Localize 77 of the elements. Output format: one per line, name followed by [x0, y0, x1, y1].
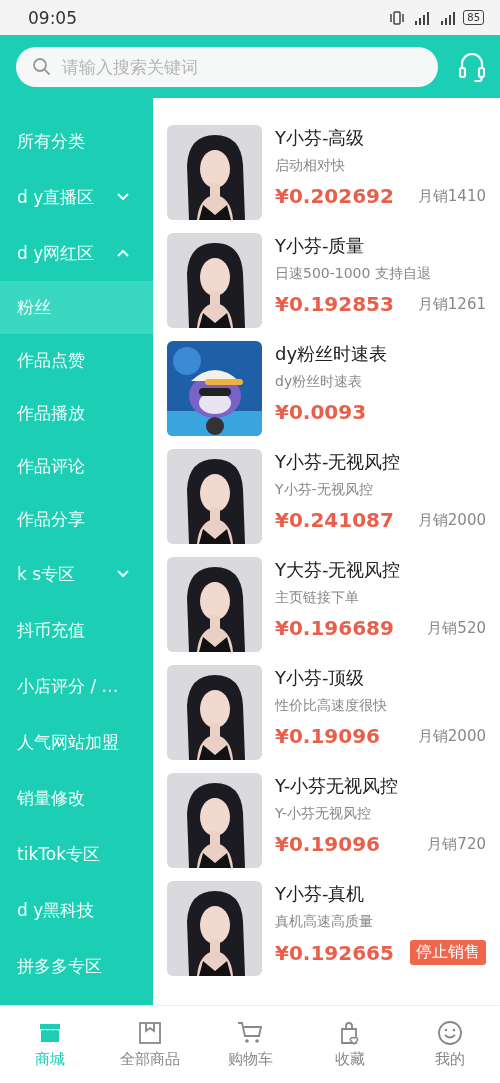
sidebar-item-label: d y直播区 [17, 185, 95, 209]
sidebar-item-label: 小店评分 / … [17, 674, 119, 698]
status-time: 09:05 [28, 7, 77, 28]
sidebar-item[interactable]: 作品点赞 [0, 334, 153, 387]
sidebar-item[interactable]: 作品评论 [0, 440, 153, 493]
product-title[interactable]: Y小芬-顶级 [275, 665, 486, 691]
sidebar-item-label: 人气网站加盟 [17, 730, 119, 754]
product-title[interactable]: Y小芬-质量 [275, 233, 486, 259]
status-badge: 停止销售 [410, 940, 486, 965]
product-subtitle: 启动相对快 [275, 156, 346, 175]
bookmark-box-icon [137, 1020, 163, 1046]
product-title[interactable]: Y-小芬无视风控 [275, 773, 486, 799]
sidebar-item[interactable]: 小店评分 / … [0, 658, 153, 714]
product-subtitle: Y-小芬无视风控 [275, 804, 372, 823]
product-price: ¥0.202692 [275, 184, 394, 208]
product-subtitle: 真机高速高质量 [275, 912, 374, 931]
product-price: ¥0.19096 [275, 724, 380, 748]
sidebar-item-label: 所有分类 [17, 129, 85, 153]
product-subtitle: dy粉丝时速表 [275, 372, 364, 391]
sidebar-item[interactable]: k s专区 [0, 546, 153, 602]
sidebar-item[interactable]: d y直播区 [0, 169, 153, 225]
sidebar-item-label: 作品点赞 [17, 349, 85, 372]
sidebar-item[interactable]: 所有分类 [0, 113, 153, 169]
sidebar-item[interactable]: 作品分享 [0, 493, 153, 546]
product-subtitle: 日速500-1000 支持自退 [275, 264, 432, 283]
sidebar-item[interactable]: 作品播放 [0, 387, 153, 440]
sidebar-item[interactable]: 销量修改 [0, 770, 153, 826]
product-title[interactable]: Y小芬-无视风控 [275, 449, 486, 475]
monthly-sales: 月销720 [427, 834, 486, 854]
monthly-sales: 月销1410 [417, 186, 486, 206]
product-subtitle: 性价比高速度很快 [275, 696, 388, 715]
sidebar-item-label: 作品评论 [17, 455, 85, 478]
sidebar-item[interactable]: tikTok专区 [0, 826, 153, 882]
product-subtitle: Y小芬-无视风控 [275, 480, 374, 499]
sidebar-item-label: 销量修改 [17, 786, 85, 810]
monthly-sales: 月销2000 [417, 726, 486, 746]
search-icon [32, 56, 52, 77]
product-price: ¥0.19096 [275, 832, 380, 856]
sidebar-item[interactable]: 人气网站加盟 [0, 714, 153, 770]
cart-icon [237, 1020, 263, 1046]
sidebar-item-label: 抖币充值 [17, 618, 85, 642]
sidebar-item[interactable]: 抖币充值 [0, 602, 153, 658]
battery-icon: 85 [463, 10, 484, 25]
monthly-sales: 月销1261 [417, 294, 486, 314]
tab-bar-item[interactable]: 购物车 [200, 1006, 300, 1083]
product-title[interactable]: Y小芬-高级 [275, 125, 486, 151]
product-title[interactable]: dy粉丝时速表 [275, 341, 486, 367]
monthly-sales: 月销2000 [417, 510, 486, 530]
tab-bar-item[interactable]: 商城 [0, 1006, 100, 1083]
sidebar-item-label: 作品播放 [17, 402, 85, 425]
product-price: ¥0.192853 [275, 292, 394, 316]
product-price: ¥0.241087 [275, 508, 394, 532]
sidebar-item-label: 拼多多专区 [17, 954, 102, 978]
sidebar-item-label: d y网红区 [17, 241, 95, 265]
sidebar-item-label: d y黑科技 [17, 898, 95, 922]
sidebar-item-label: 粉丝 [17, 296, 51, 319]
sidebar-item[interactable]: 拼多多专区 [0, 938, 153, 994]
product-subtitle: 主页链接下单 [275, 588, 360, 607]
product-title[interactable]: Y小芬-真机 [275, 881, 486, 907]
sidebar-item[interactable]: d y网红区 [0, 225, 153, 281]
product-price: ¥0.196689 [275, 616, 394, 640]
sidebar-item-label: tikTok专区 [17, 842, 100, 866]
product-title[interactable]: Y大芬-无视风控 [275, 557, 486, 583]
sidebar-item[interactable]: 粉丝 [0, 281, 153, 334]
sidebar-item-label: 作品分享 [17, 508, 85, 531]
sidebar-item-label: k s专区 [17, 562, 76, 586]
smiley-icon [437, 1020, 463, 1046]
product-price: ¥0.192665 [275, 940, 394, 965]
headset-icon[interactable] [458, 50, 486, 83]
search-field[interactable]: 请输入搜索关键词 [16, 46, 438, 87]
sidebar-item[interactable]: d y黑科技 [0, 882, 153, 938]
product-price: ¥0.0093 [275, 400, 367, 424]
tab-bar-item[interactable]: 我的 [400, 1006, 500, 1083]
tab-bar-item[interactable]: 全部商品 [100, 1006, 200, 1083]
tab-bar-item[interactable]: 收藏 [300, 1006, 400, 1083]
monthly-sales: 月销520 [427, 618, 486, 638]
vibrate-icon [389, 10, 406, 25]
